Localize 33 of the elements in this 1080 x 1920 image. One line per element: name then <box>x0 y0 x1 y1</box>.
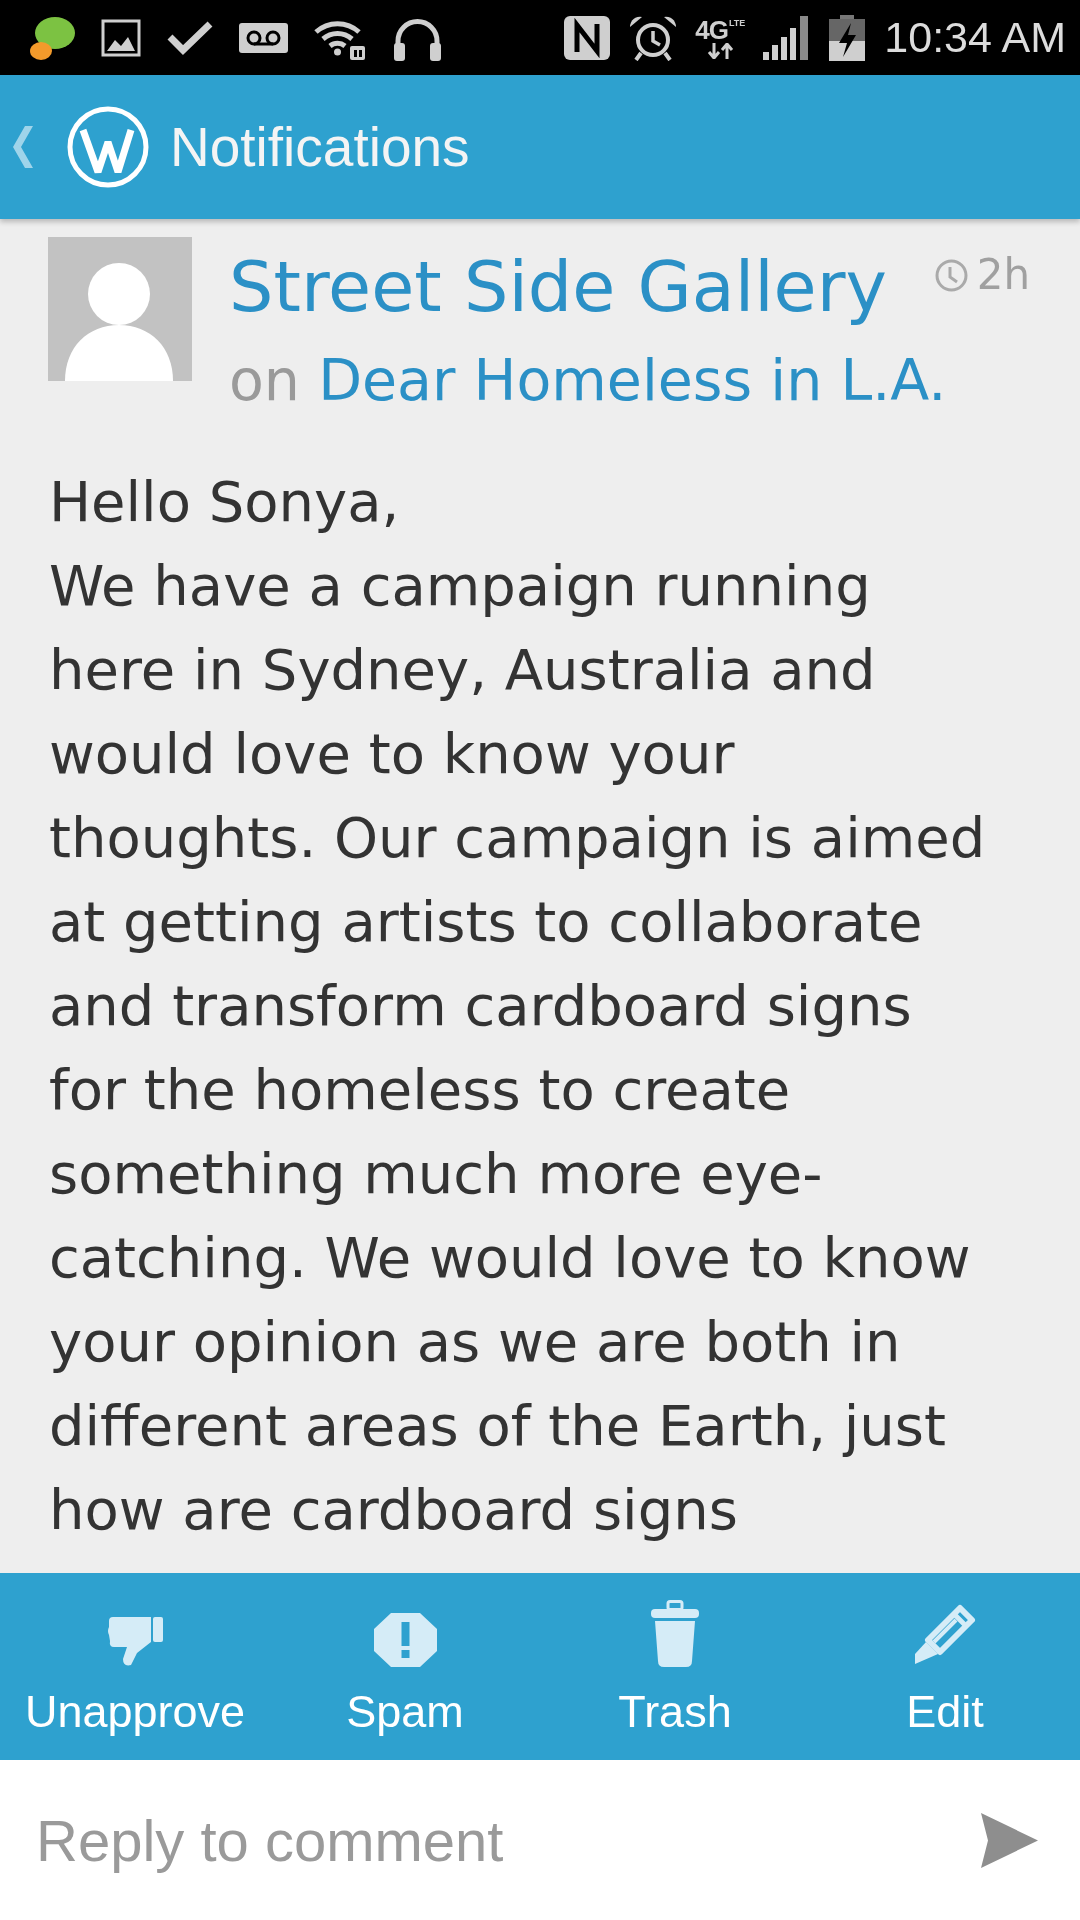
back-chevron-icon[interactable] <box>13 126 33 168</box>
thumbs-down-icon <box>107 1615 163 1667</box>
on-label: on <box>229 347 300 413</box>
clock-time: 10:34 AM <box>884 16 1066 59</box>
comment-text: We have a campaign running here in Sydney, Australia and would love to know your thoughts. Our campaign is aimed at getting artists to collaborate and transform cardboard signs for the homeless to create something much more eye-catching. We would love to know your opinion as we are both in different areas of the Earth, just how are cardboard signs <box>49 552 987 1544</box>
signal-icon <box>762 15 811 60</box>
author-link[interactable]: Street Side Gallery <box>229 245 887 329</box>
spam-button[interactable]: Spam <box>270 1573 540 1760</box>
alarm-clock-icon <box>628 14 679 61</box>
avatar-placeholder-icon <box>48 237 192 381</box>
battery-charging-icon <box>828 14 867 61</box>
trash-can-icon <box>651 1600 699 1667</box>
unapprove-button[interactable]: Unapprove <box>0 1573 270 1760</box>
network-type: 4G <box>695 16 728 43</box>
comment-age: 2h <box>976 253 1030 297</box>
reply-field[interactable]: Reply to comment <box>0 1760 961 1920</box>
post-title-link[interactable]: Dear Homeless in L.A. <box>318 347 947 413</box>
network-detail: LTE <box>729 18 746 28</box>
greeting-text: Hello Sonya, <box>49 468 401 536</box>
data-arrows-icon <box>706 42 735 59</box>
send-icon <box>981 1812 1038 1868</box>
checkmark-icon <box>166 19 214 56</box>
image-icon <box>101 18 141 57</box>
trash-button[interactable]: Trash <box>540 1573 810 1760</box>
logo-icon[interactable] <box>67 106 149 188</box>
screen-title: Notifications <box>170 115 470 180</box>
edit-button[interactable]: Edit <box>810 1573 1080 1760</box>
clock-icon <box>934 258 968 292</box>
nfc-icon <box>564 15 611 60</box>
send-button[interactable] <box>961 1760 1080 1920</box>
voicemail-icon <box>239 22 288 53</box>
chat-bubble-icon <box>28 14 76 61</box>
exclamation-octagon-icon <box>373 1613 437 1667</box>
